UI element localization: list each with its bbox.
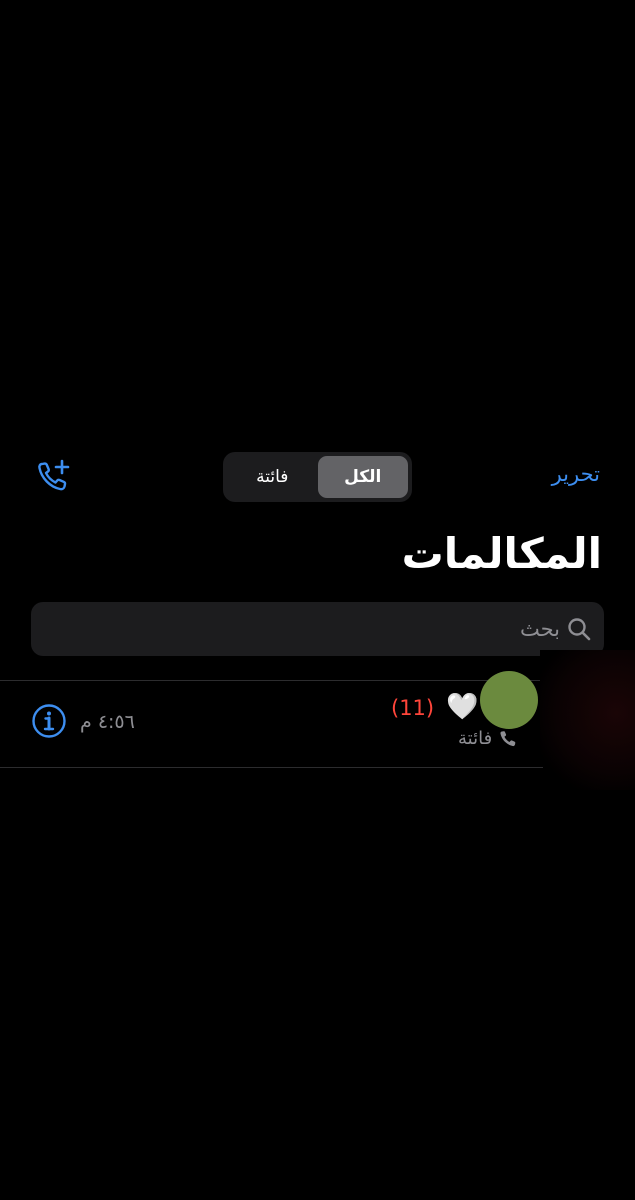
calls-filter-segmented-control: الكل فائتة (223, 452, 412, 502)
call-type-label: فائتة (458, 728, 493, 749)
navigation-bar: الكل فائتة تحرير (0, 452, 635, 504)
swipe-action-background (540, 650, 635, 790)
info-button[interactable] (31, 703, 67, 743)
call-type: فائتة (458, 728, 518, 749)
phone-icon (498, 729, 518, 749)
info-icon (31, 703, 67, 743)
row-divider-bottom (0, 767, 543, 768)
call-time: ٤:٥٦ م (80, 711, 135, 733)
edit-button[interactable]: تحرير (552, 462, 600, 486)
page-title: المكالمات (401, 529, 602, 578)
phone-plus-icon (35, 458, 73, 500)
search-bar[interactable] (31, 602, 604, 656)
search-input[interactable] (31, 617, 566, 641)
segment-all[interactable]: الكل (317, 456, 408, 498)
call-count: (11) (391, 696, 435, 720)
add-call-button[interactable] (33, 458, 75, 500)
contact-name: 🤍 (446, 692, 479, 722)
search-icon (566, 616, 592, 642)
segment-missed[interactable]: فائتة (227, 456, 318, 498)
avatar (480, 671, 538, 729)
